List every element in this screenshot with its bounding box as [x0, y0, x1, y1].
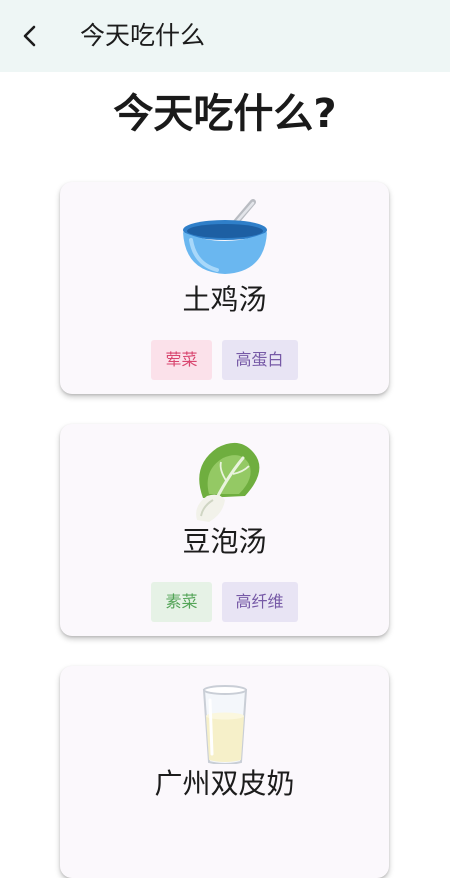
tag-meat[interactable]: 荤菜: [151, 340, 212, 380]
tag-vegetarian[interactable]: 素菜: [151, 582, 212, 622]
food-card-2[interactable]: 豆泡汤 素菜 高纤维: [60, 424, 389, 636]
glass-of-milk-icon: [202, 685, 248, 764]
tag-high-fiber[interactable]: 高纤维: [221, 582, 298, 622]
page-title: 今天吃什么?: [113, 91, 337, 137]
tag-high-protein[interactable]: 高蛋白: [221, 340, 298, 380]
tag-list: 荤菜 高蛋白: [60, 340, 389, 380]
bok-choy-icon: [196, 442, 260, 522]
food-card-1[interactable]: 土鸡汤 荤菜 高蛋白: [60, 182, 389, 394]
chevron-left-icon: [23, 25, 36, 47]
back-button[interactable]: [14, 20, 46, 52]
food-name: 广州双皮奶: [154, 767, 295, 800]
tag-list: 素菜 高纤维: [60, 582, 389, 622]
food-name: 土鸡汤: [182, 283, 267, 316]
app-bar: 今天吃什么: [0, 0, 450, 72]
app-bar-title: 今天吃什么: [80, 21, 206, 50]
soup-bowl-icon: [183, 199, 267, 274]
food-card-3[interactable]: 广州双皮奶: [60, 666, 389, 878]
food-name: 豆泡汤: [182, 525, 267, 558]
